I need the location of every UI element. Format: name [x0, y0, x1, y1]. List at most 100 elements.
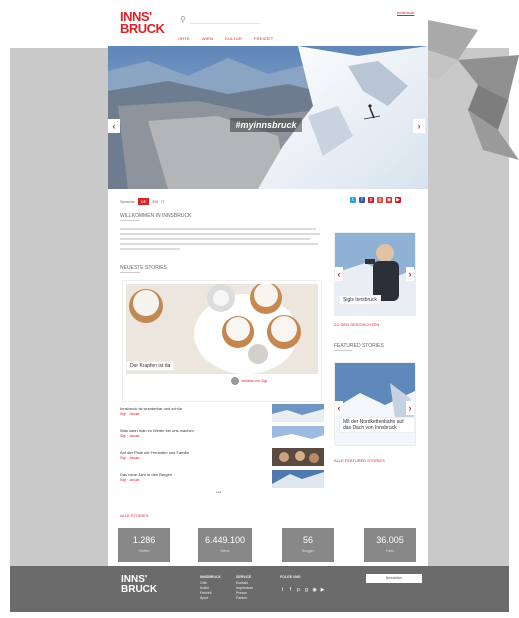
- stat-label: Blogger: [301, 549, 315, 553]
- welcome-text-line: [120, 243, 318, 245]
- story-thumbnail[interactable]: [272, 426, 324, 444]
- twitter-icon[interactable]: t: [350, 197, 356, 203]
- welcome-text-line: [120, 228, 316, 230]
- sidebar-card-profile[interactable]: Sigis Innsbruck ‹ ›: [334, 232, 416, 316]
- hero-prev-button[interactable]: ‹: [108, 119, 120, 133]
- story-thumbnail[interactable]: [272, 470, 324, 488]
- stat-box: 36.005 Fans: [364, 528, 416, 562]
- featured-prev-button[interactable]: ‹: [335, 401, 343, 415]
- nav-item-kultur[interactable]: Kultur: [225, 36, 242, 41]
- footer-column-heading: Service: [236, 575, 252, 579]
- stat-label: Stories: [138, 549, 150, 553]
- story-meta: Sigi · Januar: [120, 456, 140, 460]
- footer-column: Innsbruck Orte Kultur Freizeit Sport: [200, 575, 221, 601]
- story-item[interactable]: Innsbruck ist wunderbar und schön Sigi ·…: [120, 404, 324, 422]
- youtube-icon[interactable]: ▶: [320, 588, 325, 593]
- googleplus-icon[interactable]: g: [377, 197, 383, 203]
- footer-column: Folge uns: [280, 575, 300, 581]
- stat-box: 1.286 Stories: [118, 528, 170, 562]
- facebook-icon[interactable]: f: [288, 588, 293, 593]
- language-switcher: Sprache DE EN IT: [120, 198, 165, 205]
- social-links: t f p g ◉ ▶: [350, 197, 401, 203]
- load-more-icon[interactable]: •••: [216, 490, 221, 496]
- recent-divider: [120, 272, 140, 273]
- footer-column-heading: Folge uns: [280, 575, 301, 579]
- story-title[interactable]: Was kann man im Winter bei uns machen: [120, 428, 194, 433]
- story-meta: Sigi · Januar: [120, 478, 140, 482]
- story-title[interactable]: Innsbruck ist wunderbar und schön: [120, 406, 182, 411]
- stat-label: Views: [220, 549, 230, 553]
- footer: INNS' BRUCK Innsbruck Orte Kultur Freize…: [10, 566, 509, 612]
- welcome-title: Willkommen in Innsbruck: [120, 213, 192, 219]
- all-stories-link[interactable]: Alle Stories: [120, 513, 148, 518]
- welcome-text-line: [120, 233, 320, 235]
- hero-next-button[interactable]: ›: [413, 119, 425, 133]
- nav-item-orte[interactable]: Orte: [178, 36, 190, 41]
- facebook-icon[interactable]: f: [359, 197, 365, 203]
- stats-bar: 1.286 Stories 6.449.100 Views 56 Blogger…: [108, 528, 428, 566]
- googleplus-icon[interactable]: g: [304, 588, 309, 593]
- lang-option-de[interactable]: DE: [137, 198, 150, 205]
- lang-option-en[interactable]: EN: [152, 199, 158, 204]
- story-item[interactable]: Was kann man im Winter bei uns machen Si…: [120, 426, 324, 444]
- nav-item-freizeit[interactable]: Freizeit: [254, 36, 273, 41]
- page-container: INNS' BRUCK ⚲ Innsbruck Orte Wien Kultur…: [108, 0, 428, 618]
- main-nav: Orte Wien Kultur Freizeit: [178, 36, 273, 41]
- sidebar-link-featured[interactable]: Alle Featured Stories: [334, 458, 385, 463]
- stat-number: 36.005: [376, 535, 404, 545]
- feature-author[interactable]: Verfasst von Sigi: [241, 379, 267, 383]
- stat-label: Fans: [386, 549, 394, 553]
- stat-box: 56 Blogger: [282, 528, 334, 562]
- story-thumbnail[interactable]: [272, 448, 324, 466]
- lang-label: Sprache: [120, 199, 135, 204]
- footer-link[interactable]: Sport: [200, 596, 221, 601]
- youtube-icon[interactable]: ▶: [395, 197, 401, 203]
- story-thumbnail[interactable]: [272, 404, 324, 422]
- footer-link[interactable]: Partner: [236, 596, 253, 601]
- instagram-icon[interactable]: ◉: [386, 197, 392, 203]
- sidebar-next-button[interactable]: ›: [406, 267, 414, 281]
- featured-divider: [334, 350, 352, 351]
- story-meta: Sigi · Januar: [120, 434, 140, 438]
- stat-number: 56: [302, 535, 313, 545]
- stat-box: 6.449.100 Views: [198, 528, 252, 562]
- story-title[interactable]: Auf der Piste mit Freunden und Familie: [120, 450, 189, 455]
- sidebar-prev-button[interactable]: ‹: [335, 267, 343, 281]
- feature-story-card[interactable]: Der Krapfen ist da Verfasst von Sigi: [122, 280, 322, 402]
- featured-next-button[interactable]: ›: [406, 401, 414, 415]
- pinterest-icon[interactable]: p: [368, 197, 374, 203]
- recent-stories-title: Neueste Stories: [120, 265, 167, 271]
- newsletter-button[interactable]: Newsletter: [366, 574, 422, 583]
- story-title[interactable]: Das neue Jahr in den Bergen: [120, 472, 172, 477]
- footer-logo[interactable]: INNS' BRUCK: [121, 575, 161, 595]
- instagram-icon[interactable]: ◉: [312, 588, 317, 593]
- feature-author-avatar: [231, 377, 239, 385]
- welcome-divider: [120, 220, 140, 221]
- innsbruck-logo[interactable]: INNS' BRUCK: [120, 10, 168, 35]
- sidebar-featured-caption[interactable]: Mit der Nordkettenbahn auf das Dach von …: [339, 417, 415, 433]
- hero-hashtag: #myinnsbruck: [230, 118, 302, 132]
- sidebar-card-featured[interactable]: Mit der Nordkettenbahn auf das Dach von …: [334, 362, 416, 446]
- welcome-text-line: [120, 238, 310, 240]
- feature-story-caption[interactable]: Der Krapfen ist da: [126, 361, 175, 371]
- story-item[interactable]: Auf der Piste mit Freunden und Familie S…: [120, 448, 324, 466]
- sidebar-link-stories[interactable]: Zu den Geschichten: [334, 322, 379, 327]
- story-meta: Sigi · Januar: [120, 412, 140, 416]
- stat-number: 6.449.100: [204, 535, 246, 545]
- search-icon[interactable]: ⚲: [180, 15, 186, 24]
- pinterest-icon[interactable]: p: [296, 588, 301, 593]
- welcome-text-line: [120, 248, 180, 250]
- stat-number: 1.286: [132, 535, 156, 545]
- sidebar-card-caption[interactable]: Sigis Innsbruck: [339, 295, 381, 305]
- story-item[interactable]: Das neue Jahr in den Bergen Sigi · Janua…: [120, 470, 324, 488]
- footer-column-heading: Innsbruck: [200, 575, 221, 579]
- hero-slider[interactable]: #myinnsbruck ‹ ›: [108, 46, 428, 189]
- footer-column: Service Kontakt Impressum Presse Partner: [236, 575, 253, 601]
- nav-item-wien[interactable]: Wien: [202, 36, 213, 41]
- footer-social-links: t f p g ◉ ▶: [280, 588, 325, 593]
- lang-option-it[interactable]: IT: [161, 199, 165, 204]
- twitter-icon[interactable]: t: [280, 588, 285, 593]
- top-link[interactable]: Innsbruck: [397, 10, 414, 15]
- featured-stories-title: Featured Stories: [334, 343, 384, 349]
- search-input[interactable]: [190, 13, 260, 24]
